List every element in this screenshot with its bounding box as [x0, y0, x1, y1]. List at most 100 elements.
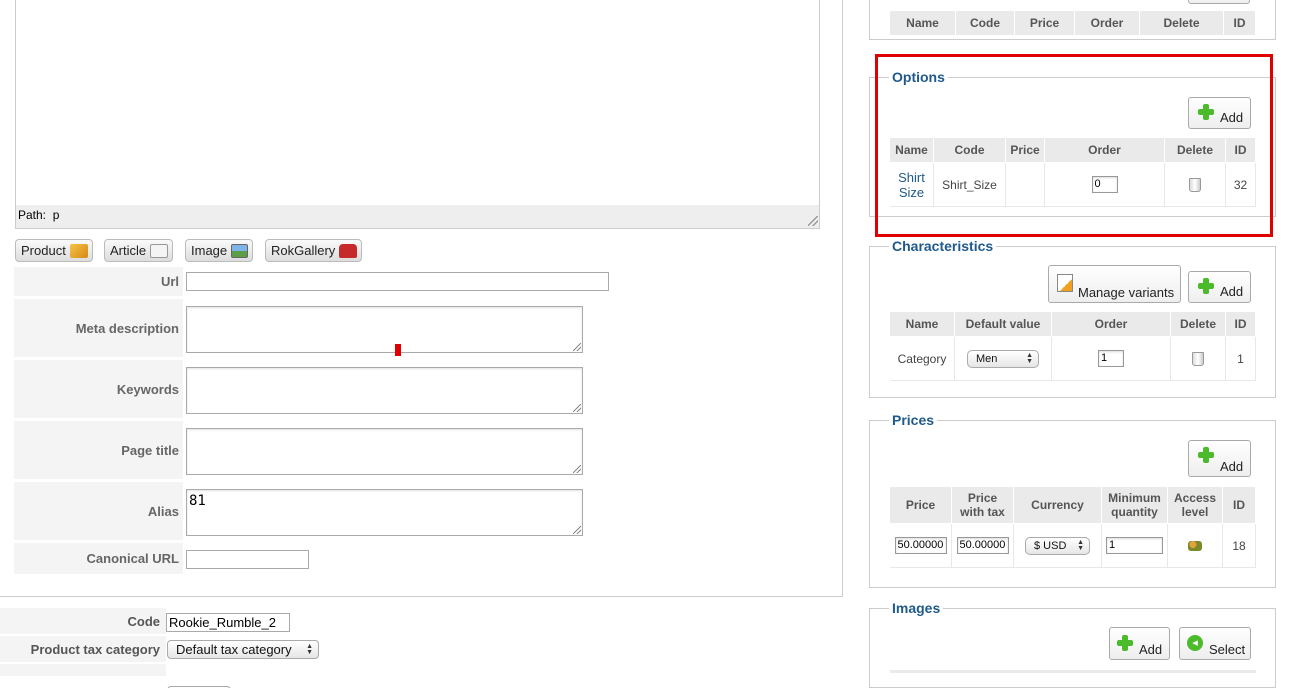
prices-add-label: Add	[1220, 459, 1244, 474]
plus-icon	[1198, 447, 1214, 463]
price-input[interactable]: 50.00000	[894, 537, 947, 554]
th-id-l1: ID	[1233, 498, 1245, 512]
cursor-marker	[395, 344, 401, 356]
textarea-resize-grip[interactable]	[573, 404, 581, 412]
prices-table-header: Price Price with tax Currency Minimum quan…	[890, 487, 1256, 523]
editor-path-bar: Path: p	[16, 205, 819, 228]
next-field-label	[0, 664, 166, 676]
users-icon[interactable]	[1188, 540, 1202, 551]
keywords-label: Keywords	[14, 360, 183, 419]
th-default-value: Default value	[955, 312, 1052, 336]
product-button[interactable]: Product	[15, 239, 93, 262]
next-field-select[interactable]	[167, 686, 231, 688]
rokgallery-button[interactable]: RokGallery	[265, 239, 362, 262]
textarea-resize-grip[interactable]	[573, 343, 581, 351]
th-delete: Delete	[1171, 312, 1226, 336]
currency-value: $ USD	[1034, 539, 1067, 552]
images-add-button[interactable]: Add	[1109, 627, 1170, 660]
th-access-level: Access level	[1168, 487, 1223, 523]
select-arrows-icon: ▲ ▼	[1077, 538, 1084, 552]
select-arrows-icon: ▲ ▼	[1026, 351, 1033, 365]
th-access-l1: Access	[1173, 491, 1217, 505]
price-cell: 50.00000	[890, 524, 952, 568]
canonical-url-input[interactable]	[186, 550, 309, 569]
th-currency-l1: Currency	[1031, 498, 1084, 512]
url-input[interactable]	[186, 272, 609, 291]
edit-icon	[1057, 274, 1073, 292]
price-id: 18	[1223, 524, 1256, 568]
th-access-l2: level	[1181, 505, 1209, 519]
code-label: Code	[0, 608, 166, 634]
th-price-tax-l1: Price	[967, 491, 998, 505]
select-arrows-icon: ▲ ▼	[306, 642, 313, 656]
box-icon	[69, 243, 88, 258]
prices-legend: Prices	[889, 412, 938, 428]
keywords-textarea[interactable]	[186, 367, 583, 414]
access-level-cell	[1168, 524, 1223, 568]
currency-select[interactable]: $ USD ▲ ▼	[1025, 536, 1090, 555]
path-value: p	[52, 208, 60, 222]
th-price-with-tax: Price with tax	[952, 487, 1014, 523]
plus-icon	[1198, 278, 1214, 294]
characteristics-legend: Characteristics	[889, 238, 997, 254]
tax-category-label: Product tax category	[0, 636, 166, 662]
path-label: Path:	[18, 208, 47, 222]
th-price-tax-l2: with tax	[960, 505, 1005, 519]
images-select-button[interactable]: ◂ Select	[1179, 627, 1251, 660]
th-min-l2: quantity	[1111, 505, 1158, 519]
characteristics-add-button[interactable]: Add	[1188, 271, 1251, 303]
th-price: Price	[890, 487, 952, 523]
alias-value: 81	[189, 493, 206, 509]
article-button[interactable]: Article	[104, 239, 173, 262]
characteristic-order-input[interactable]: 1	[1098, 350, 1124, 367]
trash-icon[interactable]	[1192, 351, 1204, 366]
meta-description-label: Meta description	[14, 299, 183, 358]
tax-category-value: Default tax category	[176, 642, 292, 657]
image-icon	[231, 243, 248, 258]
prices-add-button[interactable]: Add	[1188, 440, 1251, 477]
alias-textarea[interactable]: 81	[186, 489, 583, 536]
top-add-button[interactable]	[1188, 0, 1250, 4]
textarea-resize-grip[interactable]	[573, 465, 581, 473]
default-value-select[interactable]: Men ▲ ▼	[967, 349, 1039, 368]
meta-description-textarea[interactable]	[186, 306, 583, 353]
currency-cell: $ USD ▲ ▼	[1014, 524, 1102, 568]
characteristics-table-header: Name Default value Order Delete ID	[890, 312, 1256, 336]
min-qty-cell: 1	[1102, 524, 1168, 568]
th-code: Code	[956, 11, 1015, 35]
th-minimum-quantity: Minimum quantity	[1102, 487, 1168, 523]
table-row: Category Men ▲ ▼ 1 1	[890, 337, 1256, 381]
th-id: ID	[1224, 11, 1256, 35]
image-button[interactable]: Image	[185, 239, 253, 262]
highlight-box	[875, 54, 1273, 237]
top-table-header: Name Code Price Order Delete ID	[890, 11, 1256, 35]
images-legend: Images	[889, 600, 944, 616]
th-price-l1: Price	[905, 498, 936, 512]
th-id: ID	[1223, 487, 1256, 523]
select-arrow-icon: ◂	[1187, 635, 1203, 651]
page-title-textarea[interactable]	[186, 428, 583, 475]
rich-text-editor[interactable]	[15, 0, 820, 229]
page-title-label: Page title	[14, 421, 183, 480]
th-name: Name	[890, 11, 956, 35]
minimum-quantity-input[interactable]: 1	[1106, 537, 1163, 554]
gallery-icon	[339, 243, 357, 258]
canonical-url-label: Canonical URL	[14, 543, 183, 575]
alias-label: Alias	[14, 482, 183, 541]
textarea-resize-grip[interactable]	[573, 526, 581, 534]
rokgallery-button-label: RokGallery	[271, 243, 336, 258]
images-add-label: Add	[1139, 642, 1163, 657]
characteristic-delete-cell	[1171, 337, 1226, 381]
price-with-tax-input[interactable]: 50.00000	[956, 537, 1009, 554]
manage-variants-button[interactable]: Manage variants	[1048, 265, 1181, 303]
th-id: ID	[1226, 312, 1256, 336]
product-button-label: Product	[21, 243, 66, 258]
code-input[interactable]: Rookie_Rumble_2	[166, 613, 290, 632]
th-order: Order	[1052, 312, 1171, 336]
editor-resize-grip[interactable]	[808, 216, 818, 226]
table-row: 50.00000 50.00000 $ USD ▲ ▼ 1 18	[890, 524, 1256, 568]
tax-category-select[interactable]: Default tax category ▲ ▼	[167, 640, 319, 659]
manage-variants-label: Manage variants	[1078, 285, 1175, 300]
article-button-label: Article	[110, 243, 147, 258]
th-name: Name	[890, 312, 955, 336]
